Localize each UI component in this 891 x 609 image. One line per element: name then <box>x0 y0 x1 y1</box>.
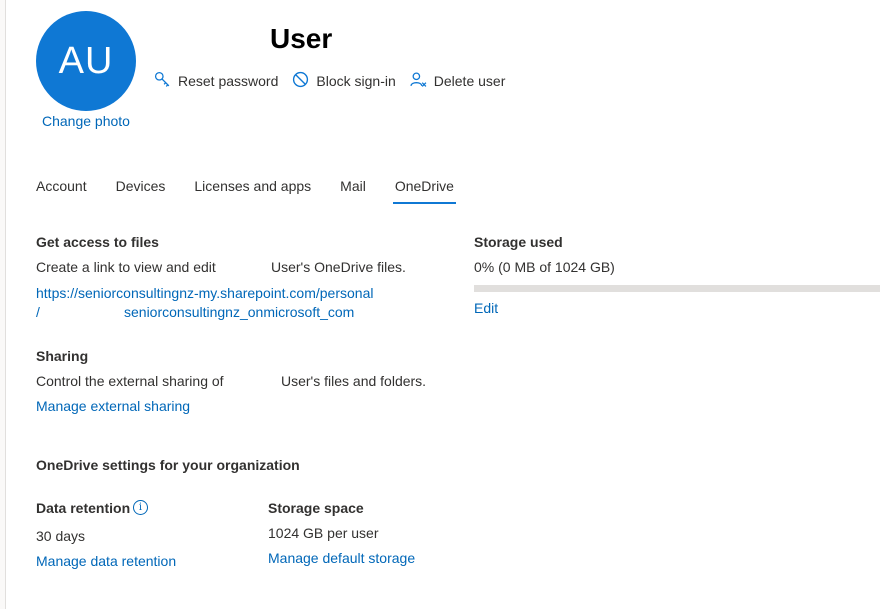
tab-bar: Account Devices Licenses and apps Mail O… <box>36 176 483 204</box>
user-actions-toolbar: Reset password Block sign-in Delete user <box>154 71 505 91</box>
onedrive-url-link-line2[interactable]: seniorconsultingnz_onmicrosoft_com <box>124 304 354 320</box>
reset-password-label: Reset password <box>178 73 279 89</box>
org-settings-title: OneDrive settings for your organization <box>36 457 300 473</box>
files-description: Create a link to view and edit <box>36 259 216 275</box>
delete-user-label: Delete user <box>433 73 506 89</box>
block-signin-button[interactable]: Block sign-in <box>292 71 396 91</box>
change-photo-link[interactable]: Change photo <box>42 113 130 129</box>
tab-licenses-and-apps[interactable]: Licenses and apps <box>194 176 311 204</box>
reset-password-button[interactable]: Reset password <box>154 71 278 91</box>
info-icon[interactable]: i <box>133 500 148 515</box>
onedrive-url-link-line1[interactable]: https://seniorconsultingnz-my.sharepoint… <box>36 285 373 301</box>
tab-devices[interactable]: Devices <box>116 176 166 204</box>
tab-account[interactable]: Account <box>36 176 87 204</box>
onedrive-url-link-prefix[interactable]: / <box>36 304 40 320</box>
sharing-description-suffix: User's files and folders. <box>281 373 427 389</box>
storage-used-value: 0% (0 MB of 1024 GB) <box>474 259 615 275</box>
avatar: AU <box>36 11 136 111</box>
storage-edit-link[interactable]: Edit <box>474 300 498 316</box>
block-icon <box>292 71 309 91</box>
left-navigation-edge <box>0 0 6 609</box>
storage-space-title: Storage space <box>268 500 364 516</box>
storage-section-title: Storage used <box>474 234 563 250</box>
tab-onedrive[interactable]: OneDrive <box>392 176 457 204</box>
data-retention-value: 30 days <box>36 528 86 544</box>
manage-external-sharing-link[interactable]: Manage external sharing <box>36 398 190 414</box>
storage-progress-bar <box>474 285 880 292</box>
files-section-title: Get access to files <box>36 234 159 250</box>
manage-data-retention-link[interactable]: Manage data retention <box>36 553 176 569</box>
manage-default-storage-link[interactable]: Manage default storage <box>268 550 415 566</box>
storage-space-value: 1024 GB per user <box>268 525 379 541</box>
delete-user-icon <box>410 71 427 91</box>
block-signin-label: Block sign-in <box>316 73 396 89</box>
sharing-description: Control the external sharing of <box>36 373 224 389</box>
page-title: User <box>270 23 333 54</box>
files-description-suffix: User's OneDrive files. <box>271 259 406 275</box>
delete-user-button[interactable]: Delete user <box>410 71 506 91</box>
sharing-section-title: Sharing <box>36 348 89 364</box>
avatar-initials: AU <box>58 39 114 82</box>
tab-mail[interactable]: Mail <box>340 176 366 204</box>
data-retention-title: Data retention <box>36 500 131 516</box>
key-icon <box>154 71 171 91</box>
